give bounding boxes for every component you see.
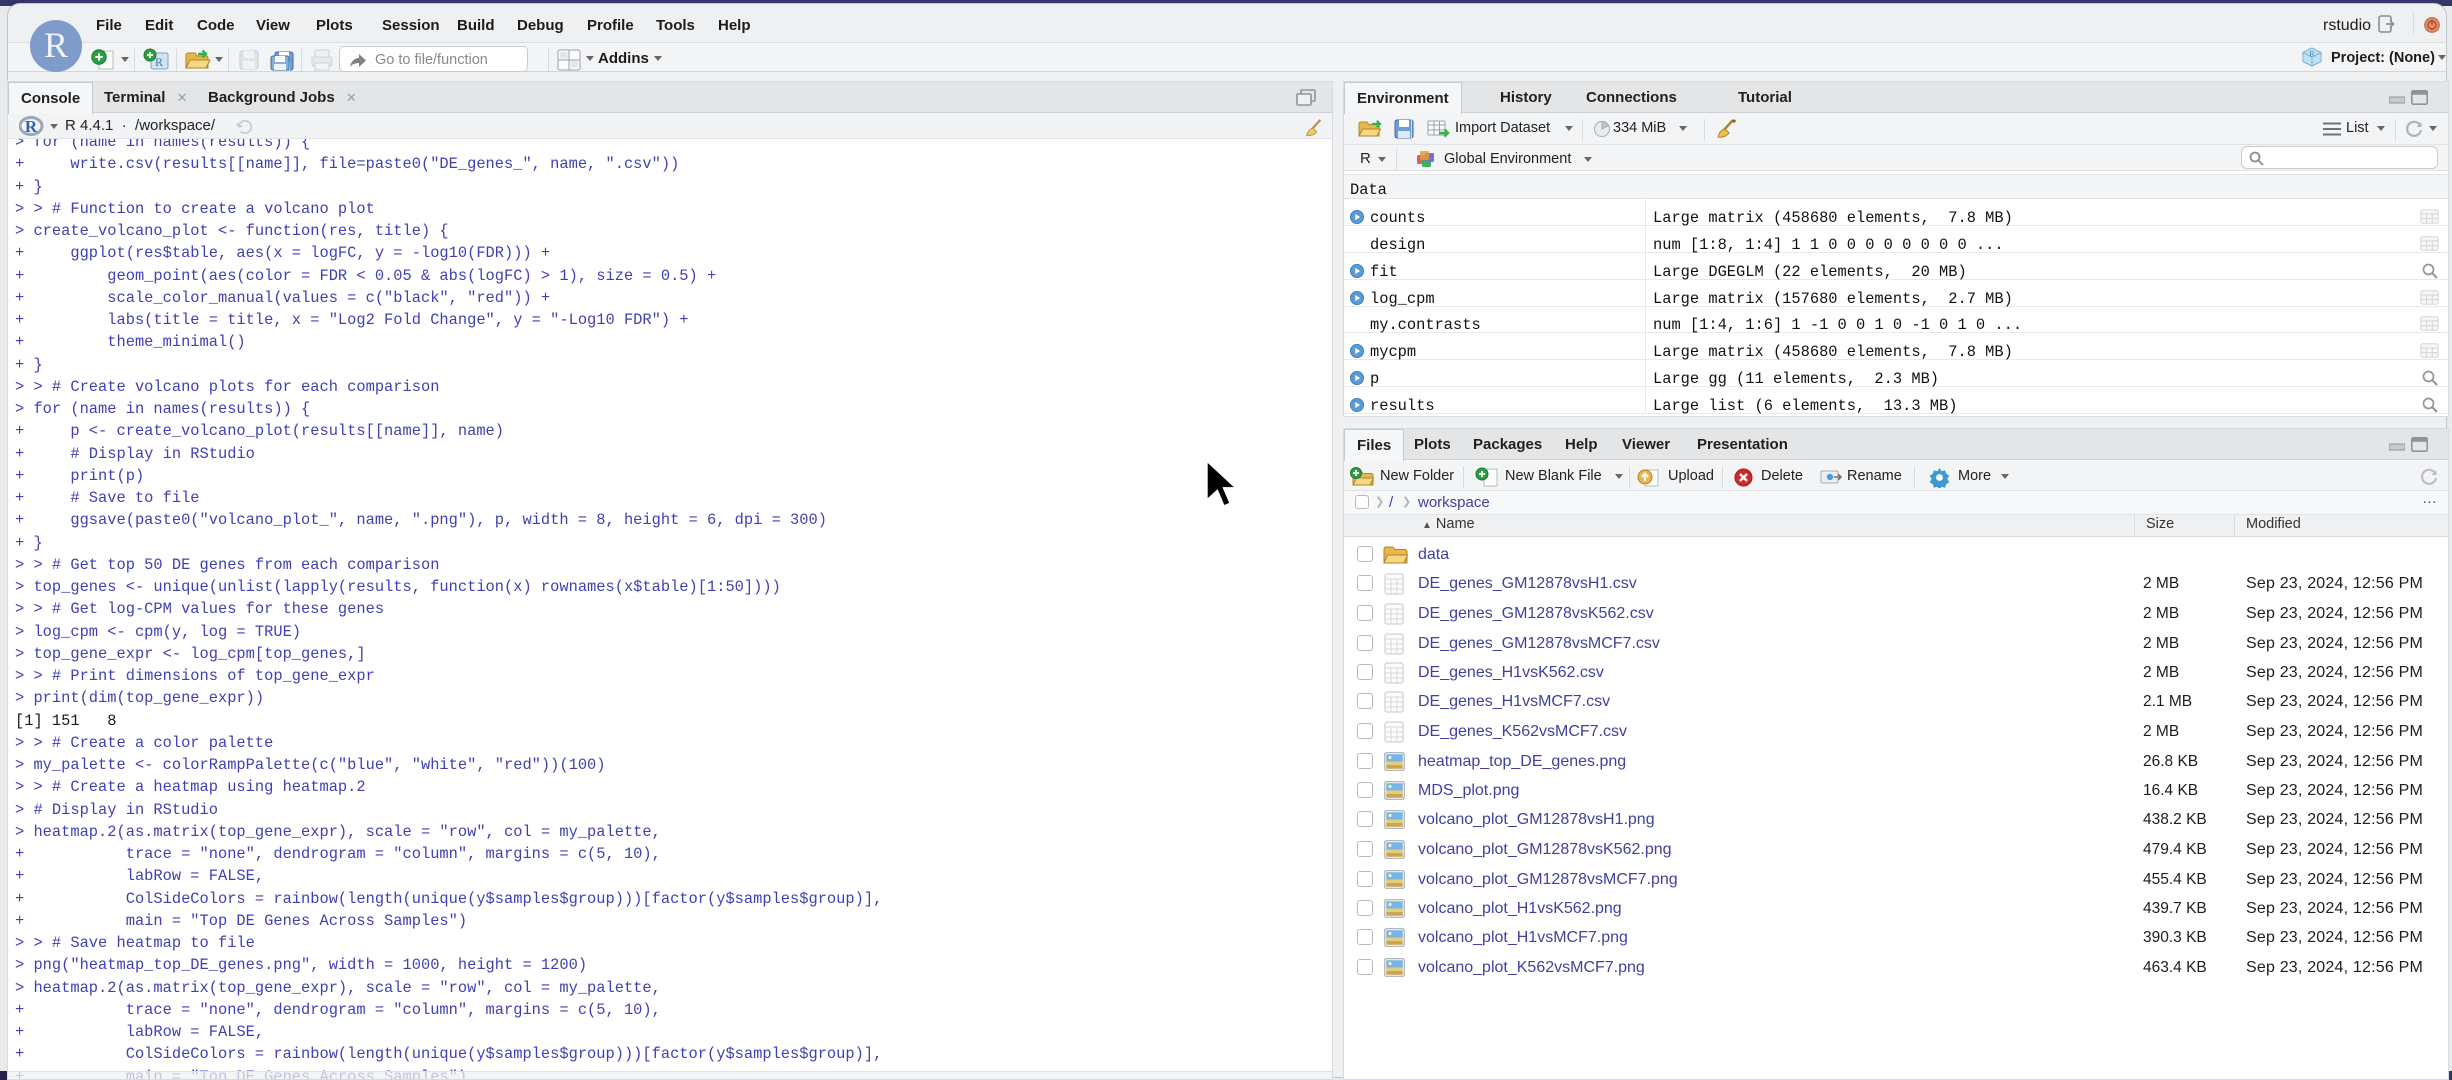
- svg-text:R: R: [25, 117, 38, 136]
- svg-text:R: R: [2309, 50, 2315, 59]
- svg-text:R: R: [155, 55, 163, 69]
